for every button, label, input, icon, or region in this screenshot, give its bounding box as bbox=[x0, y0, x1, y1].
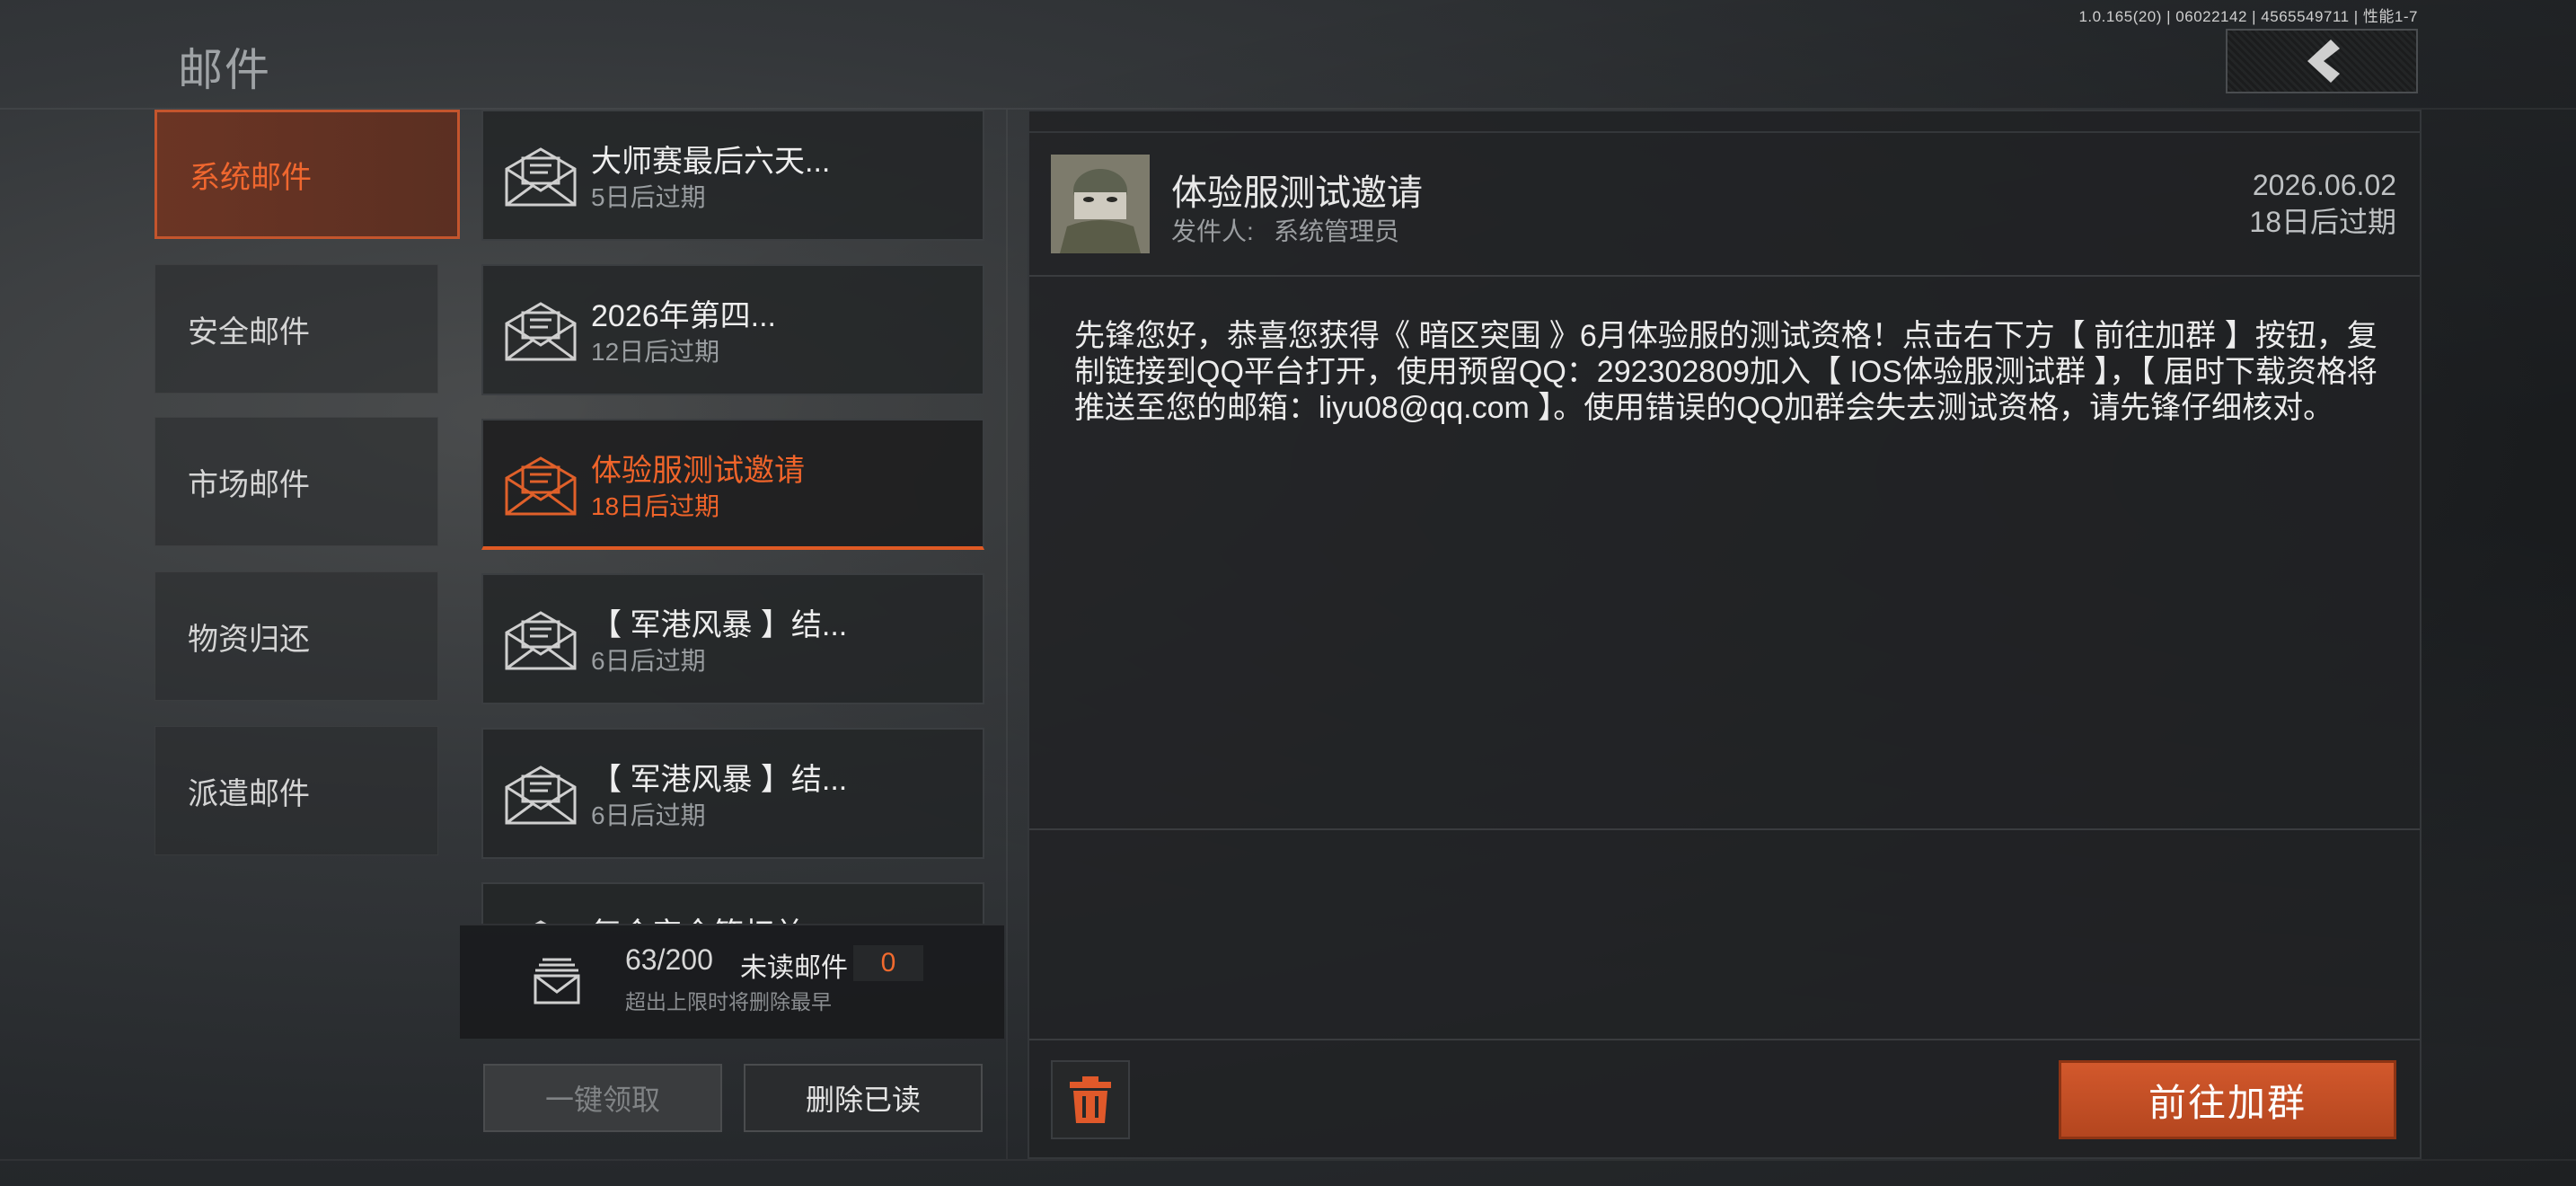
category-label: 安全邮件 bbox=[188, 314, 310, 350]
sender-name: 系统管理员 bbox=[1274, 217, 1400, 245]
category-security-mail[interactable]: 安全邮件 bbox=[154, 264, 438, 394]
category-supply-return[interactable]: 物资归还 bbox=[154, 571, 438, 701]
page-title: 邮件 bbox=[178, 45, 271, 95]
claim-all-button[interactable]: 一键领取 bbox=[483, 1064, 722, 1132]
sender-avatar bbox=[1051, 155, 1150, 253]
envelope-icon bbox=[505, 147, 577, 207]
mail-expire-detail: 18日后过期 bbox=[2249, 206, 2396, 238]
envelope-icon bbox=[505, 302, 577, 361]
mail-body: 先锋您好，恭喜您获得《 暗区突围 》6月体验服的测试资格！点击右下方【 前往加群… bbox=[1074, 319, 2378, 425]
unread-count: 0 bbox=[853, 945, 923, 981]
category-dispatch-mail[interactable]: 派遣邮件 bbox=[154, 726, 438, 855]
envelope-icon bbox=[505, 766, 577, 825]
mail-expire: 6日后过期 bbox=[591, 801, 706, 829]
category-label: 派遣邮件 bbox=[188, 776, 310, 811]
mail-subject: 体验服测试邀请 bbox=[591, 454, 805, 488]
mail-subject: 大师赛最后六天... bbox=[591, 145, 831, 179]
mail-subject: 复合安全箱权益... bbox=[591, 909, 830, 924]
body-divider bbox=[1029, 828, 2420, 830]
envelope-icon bbox=[505, 611, 577, 670]
mail-item-selected[interactable]: 体验服测试邀请 18日后过期 bbox=[481, 419, 984, 550]
category-label: 物资归还 bbox=[188, 622, 310, 657]
back-button[interactable] bbox=[2226, 29, 2418, 93]
mail-item[interactable]: 【 军港风暴 】结... 6日后过期 bbox=[481, 728, 984, 859]
chevron-left-icon bbox=[2307, 40, 2340, 83]
mail-item[interactable]: 【 军港风暴 】结... 6日后过期 bbox=[481, 573, 984, 704]
mail-count: 63/200 bbox=[625, 943, 713, 976]
unread-label: 未读邮件 bbox=[740, 953, 848, 983]
action-divider bbox=[1029, 1039, 2420, 1040]
delete-mail-button[interactable] bbox=[1051, 1060, 1130, 1139]
mail-stack-icon bbox=[534, 958, 580, 1005]
category-label: 系统邮件 bbox=[190, 160, 312, 195]
mail-subject: 【 军港风暴 】结... bbox=[591, 608, 848, 642]
mail-item[interactable]: 2026年第四... 12日后过期 bbox=[481, 264, 984, 395]
mail-date: 2026.06.02 bbox=[2252, 169, 2396, 201]
category-market-mail[interactable]: 市场邮件 bbox=[154, 417, 438, 546]
bottom-divider bbox=[0, 1159, 2576, 1161]
mail-expire: 18日后过期 bbox=[591, 492, 720, 520]
mail-subject: 2026年第四... bbox=[591, 299, 776, 333]
mail-expire: 12日后过期 bbox=[591, 338, 720, 366]
mail-item[interactable]: 复合安全箱权益... bbox=[481, 882, 984, 924]
version-info: 1.0.165(20) | 06022142 | 4565549711 | 性能… bbox=[2078, 8, 2418, 25]
mail-expire: 6日后过期 bbox=[591, 647, 706, 675]
mail-detail-title: 体验服测试邀请 bbox=[1171, 173, 1423, 213]
category-label: 市场邮件 bbox=[188, 467, 310, 502]
mail-subject: 【 军港风暴 】结... bbox=[591, 763, 848, 797]
category-system-mail[interactable]: 系统邮件 bbox=[154, 110, 460, 239]
trash-icon bbox=[1070, 1076, 1111, 1123]
delete-read-button[interactable]: 删除已读 bbox=[744, 1064, 983, 1132]
sender-label: 发件人: bbox=[1171, 217, 1254, 245]
limit-note: 超出上限时将删除最早 bbox=[625, 990, 832, 1013]
mail-item[interactable]: 大师赛最后六天... 5日后过期 bbox=[481, 110, 984, 241]
mail-expire: 5日后过期 bbox=[591, 183, 706, 211]
mail-list[interactable]: 大师赛最后六天... 5日后过期 2026年第四... 12日后过期 体验服测试… bbox=[481, 110, 984, 924]
join-group-button[interactable]: 前往加群 bbox=[2059, 1060, 2396, 1139]
envelope-icon bbox=[505, 456, 577, 516]
